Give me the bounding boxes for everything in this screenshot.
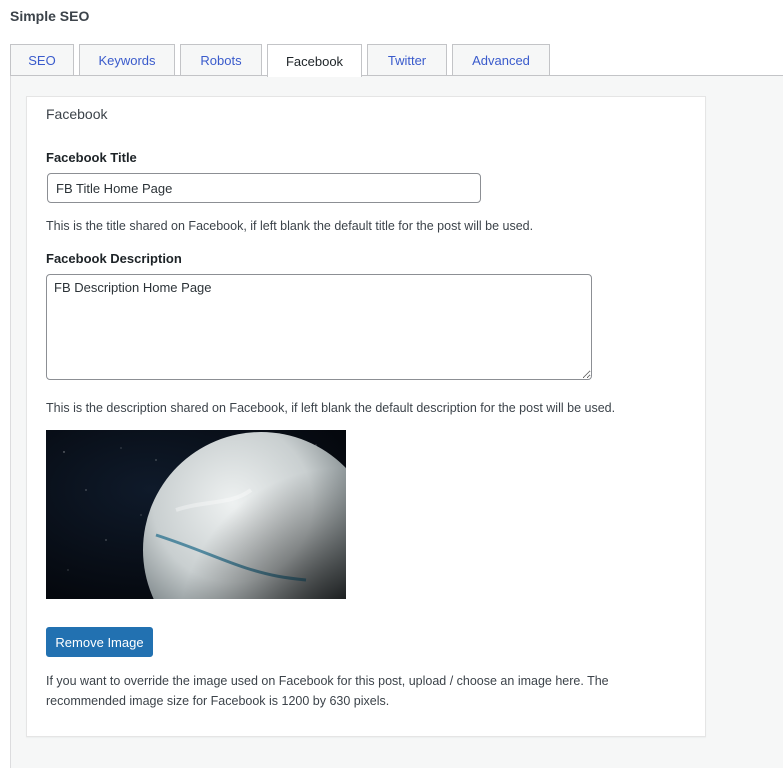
facebook-description-help: This is the description shared on Facebo… bbox=[46, 401, 616, 415]
tab-keywords[interactable]: Keywords bbox=[79, 44, 175, 76]
facebook-title-input[interactable] bbox=[47, 173, 481, 203]
facebook-image-help-line1: If you want to override the image used o… bbox=[46, 674, 609, 688]
facebook-image-preview bbox=[46, 430, 346, 599]
section-title: Facebook bbox=[46, 106, 108, 122]
app-title: Simple SEO bbox=[10, 8, 90, 24]
facebook-title-label: Facebook Title bbox=[46, 150, 137, 165]
facebook-settings-card: Facebook Facebook Title This is the titl… bbox=[26, 96, 706, 737]
facebook-image-help-line2: recommended image size for Facebook is 1… bbox=[46, 694, 390, 708]
facebook-description-textarea[interactable]: FB Description Home Page bbox=[46, 274, 592, 380]
facebook-description-label: Facebook Description bbox=[46, 251, 182, 266]
tab-seo[interactable]: SEO bbox=[10, 44, 74, 76]
tab-facebook[interactable]: Facebook bbox=[267, 44, 362, 77]
tab-advanced[interactable]: Advanced bbox=[452, 44, 550, 76]
tab-twitter[interactable]: Twitter bbox=[367, 44, 447, 76]
remove-image-button[interactable]: Remove Image bbox=[46, 627, 153, 657]
tab-bar: SEO Keywords Robots Facebook Twitter Adv… bbox=[10, 44, 555, 77]
tab-robots[interactable]: Robots bbox=[180, 44, 262, 76]
facebook-title-help: This is the title shared on Facebook, if… bbox=[46, 219, 534, 233]
panel-border bbox=[10, 76, 11, 768]
